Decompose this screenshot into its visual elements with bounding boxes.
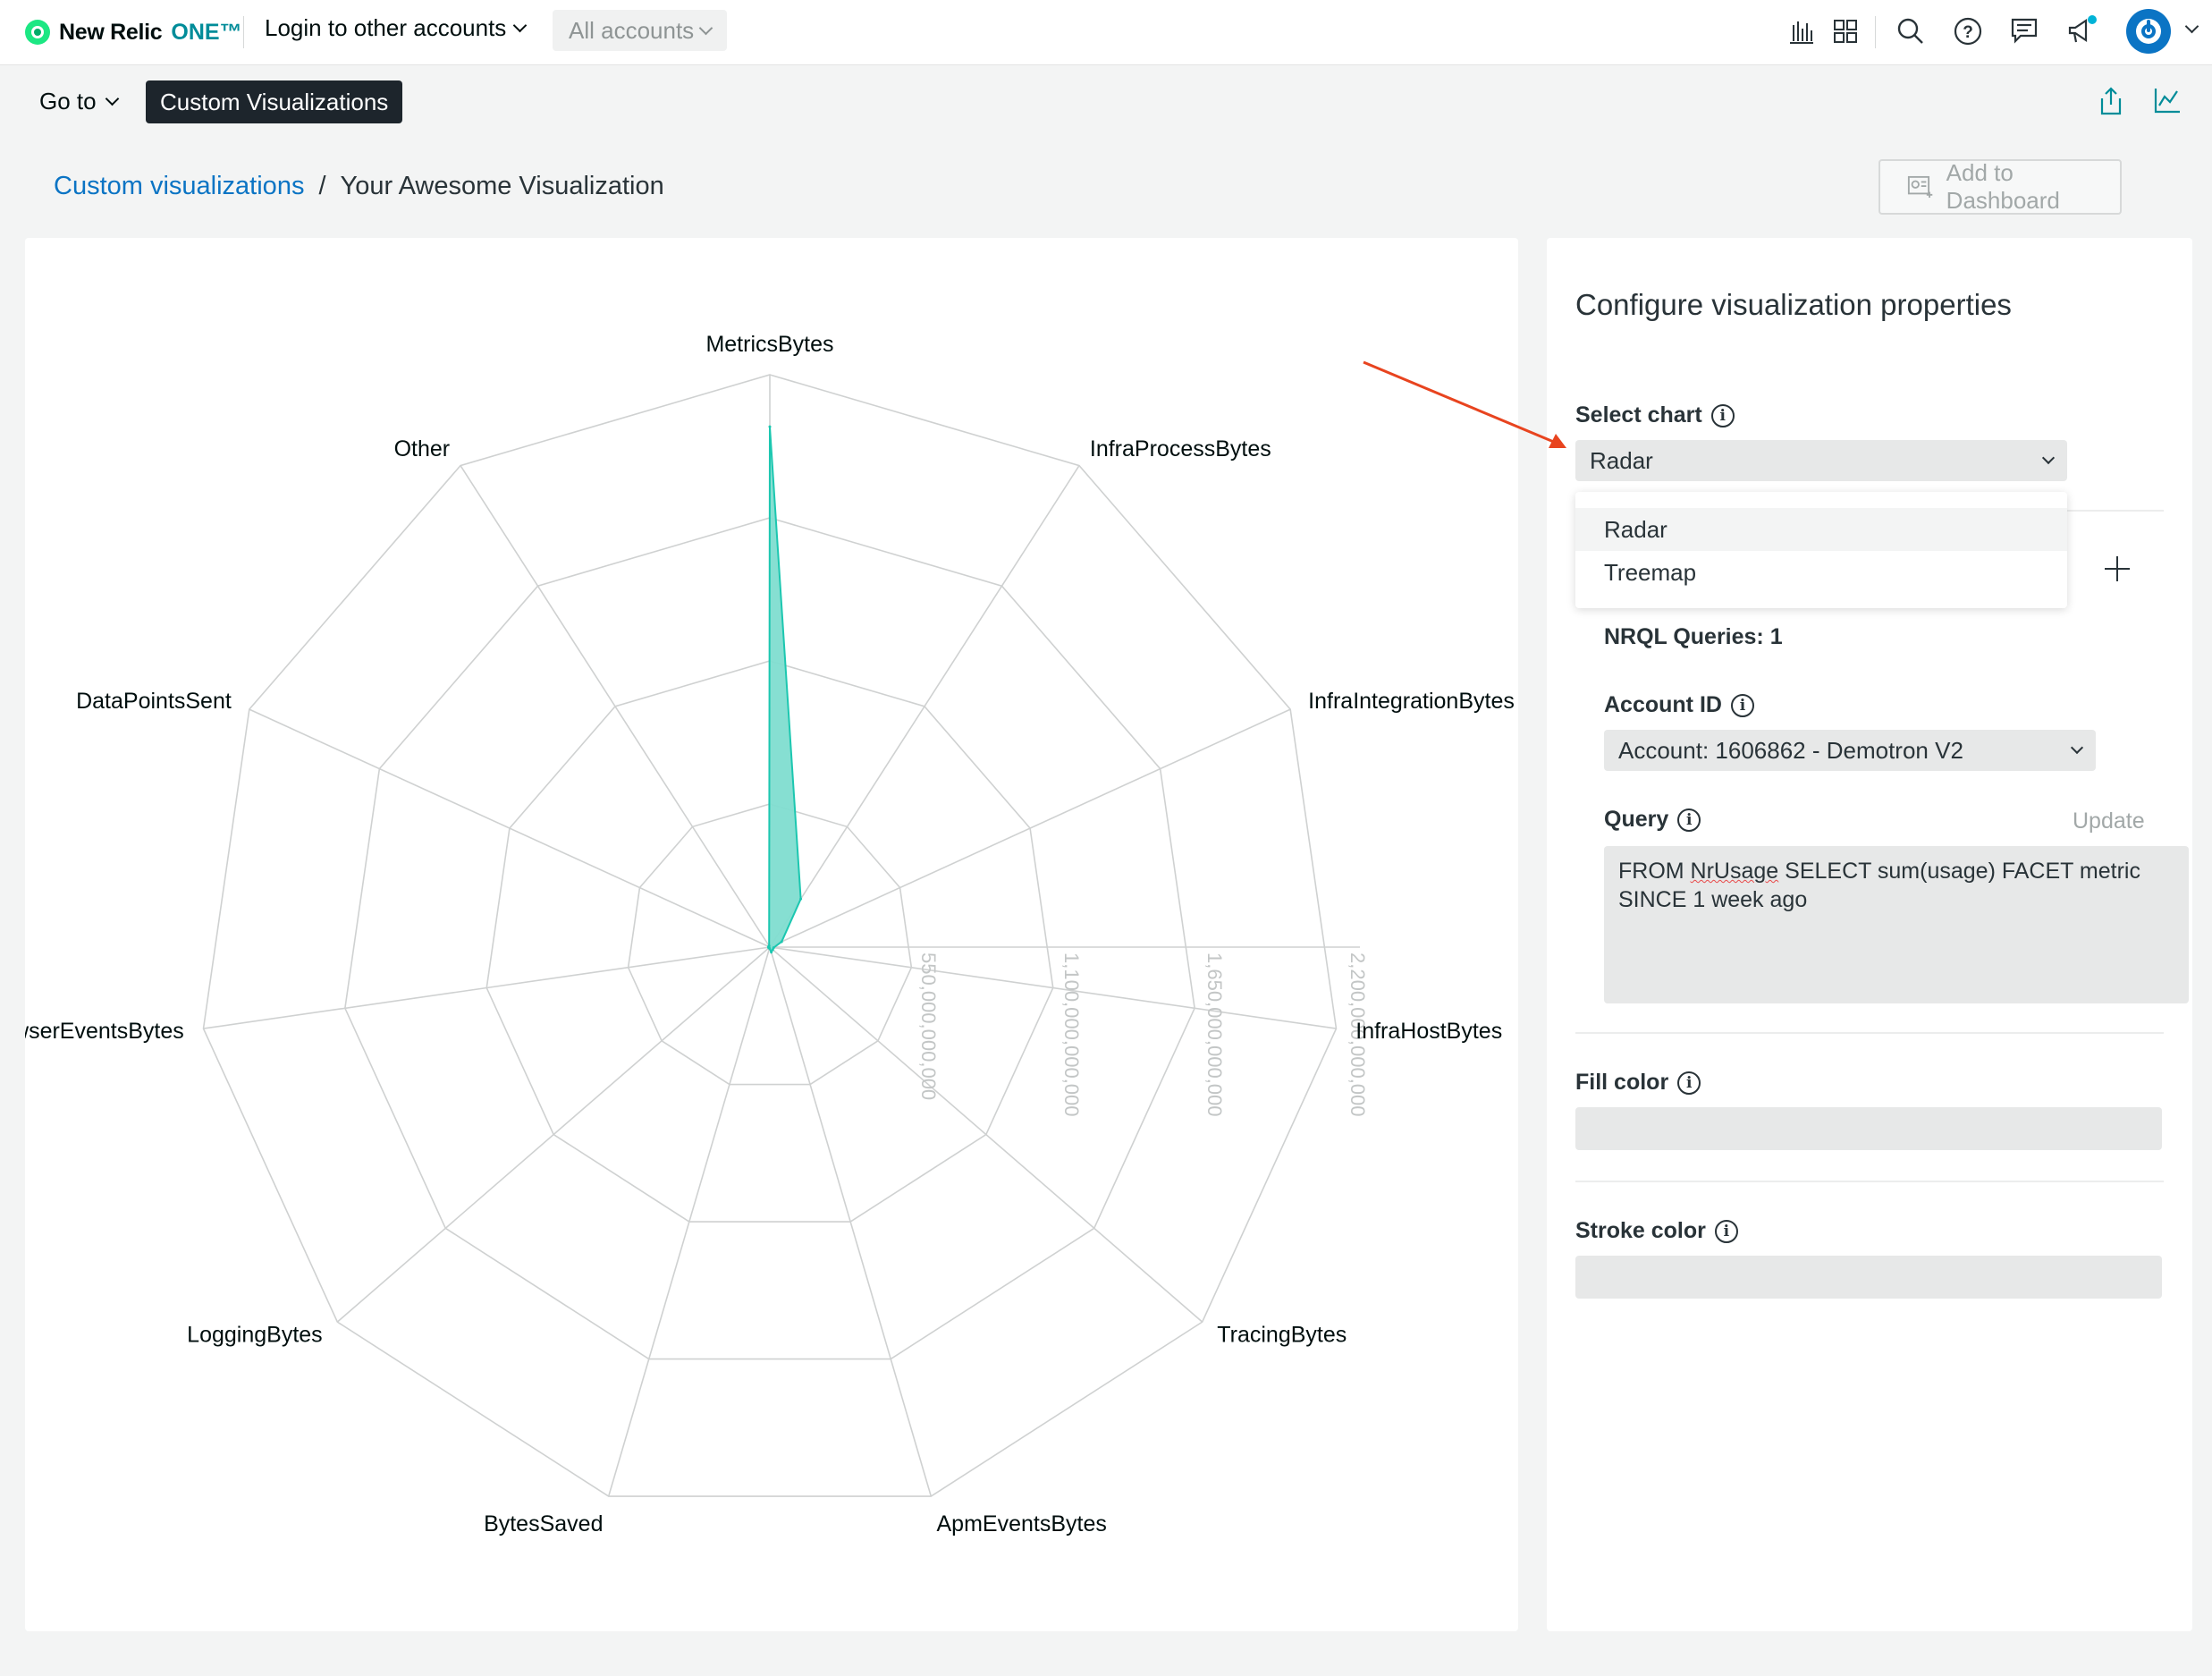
config-panel: Configure visualization properties Selec… bbox=[1547, 238, 2192, 1631]
radar-category-label: DataPointsSent bbox=[76, 689, 232, 714]
radar-radial-tick-label: 1,650,000,000,000 bbox=[1203, 952, 1226, 1117]
stroke-color-input[interactable] bbox=[1575, 1256, 2162, 1299]
add-to-dashboard-button[interactable]: Add to Dashboard bbox=[1879, 159, 2122, 215]
goto-label: Go to bbox=[39, 88, 97, 114]
radar-category-label: LoggingBytes bbox=[187, 1323, 323, 1348]
nrql-queries-label: NRQL Queries: 1 bbox=[1604, 624, 1783, 649]
select-chart-dropdown[interactable]: Radar bbox=[1575, 440, 2067, 481]
radar-category-label: Other bbox=[394, 436, 451, 461]
select-chart-label: Select chart i bbox=[1575, 402, 1735, 428]
radar-spoke bbox=[769, 946, 1337, 1029]
chevron-down-icon bbox=[2041, 451, 2056, 465]
breadcrumb-separator: / bbox=[318, 172, 326, 200]
info-icon[interactable]: i bbox=[1730, 693, 1754, 717]
new-relic-logo[interactable]: New Relic ONE™ bbox=[25, 16, 242, 48]
radar-data-point bbox=[780, 940, 783, 944]
breadcrumb-custom-visualizations[interactable]: Custom visualizations bbox=[54, 172, 304, 201]
svg-text:?: ? bbox=[1963, 23, 1973, 42]
radar-data-point bbox=[767, 944, 771, 948]
divider bbox=[243, 16, 244, 48]
fill-color-label-text: Fill color bbox=[1575, 1070, 1669, 1095]
chevron-down-icon bbox=[105, 91, 119, 106]
query-label: Query i bbox=[1604, 807, 1701, 833]
chart-panel: 550,000,000,000 1,100,000,000,000 1,650,00… bbox=[0, 238, 1518, 1631]
radar-category-label: InfraIntegrationBytes bbox=[1308, 689, 1515, 714]
share-icon[interactable] bbox=[2098, 86, 2124, 121]
radar-radial-tick-label: 550,000,000,000 bbox=[917, 952, 940, 1100]
accounts-menu-label: Login to other accounts bbox=[265, 14, 507, 41]
radar-category-label: TracingBytes bbox=[1217, 1323, 1347, 1348]
new-relic-logo-icon bbox=[25, 20, 50, 45]
radar-data-point bbox=[771, 948, 774, 952]
radar-category-label: InfraProcessBytes bbox=[1090, 436, 1271, 461]
query-label-text: Query bbox=[1604, 807, 1669, 832]
chart-icon[interactable] bbox=[2153, 86, 2182, 119]
info-icon[interactable]: i bbox=[1677, 1071, 1701, 1095]
custom-visualizations-chip[interactable]: Custom Visualizations bbox=[146, 80, 403, 123]
radar-spoke bbox=[203, 946, 771, 1029]
radar-data-point bbox=[770, 951, 773, 954]
goto-menu[interactable]: Go to bbox=[39, 88, 119, 115]
user-avatar-icon[interactable] bbox=[2126, 9, 2171, 54]
divider bbox=[1575, 1181, 2164, 1182]
divider bbox=[1575, 1032, 2164, 1034]
chevron-down-icon bbox=[698, 21, 713, 35]
radar-series-area bbox=[767, 427, 802, 954]
config-title: Configure visualization properties bbox=[1575, 288, 2012, 321]
logo-text: New Relic bbox=[59, 19, 163, 45]
chevron-down-icon bbox=[2070, 741, 2084, 755]
announcements-icon[interactable] bbox=[2065, 14, 2099, 48]
breadcrumb: Custom visualizations / Your Awesome Vis… bbox=[54, 172, 664, 201]
dashboard-add-icon bbox=[1907, 175, 1933, 199]
radar-chart: 550,000,000,000 1,100,000,000,000 1,650,00… bbox=[0, 332, 1515, 1536]
radar-category-label: ApmEventsBytes bbox=[937, 1511, 1107, 1536]
info-icon[interactable]: i bbox=[1710, 403, 1735, 427]
fill-color-input[interactable] bbox=[1575, 1107, 2162, 1150]
add-query-icon[interactable] bbox=[2103, 554, 2132, 583]
top-bar: New Relic ONE™ Login to other accounts A… bbox=[0, 0, 2212, 65]
query-misspelled-word: NrUsage bbox=[1690, 859, 1779, 884]
info-icon[interactable]: i bbox=[1677, 808, 1701, 832]
chevron-down-icon[interactable] bbox=[2184, 19, 2199, 34]
query-textarea[interactable]: FROM NrUsage SELECT sum(usage) FACET met… bbox=[1604, 846, 2189, 1003]
radar-data-point bbox=[768, 425, 772, 428]
radar-category-label: MetricsBytes bbox=[705, 332, 833, 357]
account-select[interactable]: Account: 1606862 - Demotron V2 bbox=[1604, 730, 2096, 771]
radar-spoke bbox=[769, 465, 1080, 948]
all-accounts-select[interactable]: All accounts bbox=[553, 10, 728, 51]
account-select-value: Account: 1606862 - Demotron V2 bbox=[1618, 736, 1963, 764]
radar-data-point bbox=[799, 897, 803, 901]
breadcrumb-current: Your Awesome Visualization bbox=[340, 172, 664, 200]
radar-radial-tick-label: 1,100,000,000,000 bbox=[1060, 952, 1083, 1117]
accounts-menu[interactable]: Login to other accounts bbox=[265, 14, 528, 42]
select-chart-label-text: Select chart bbox=[1575, 402, 1702, 427]
radar-category-label: BytesSaved bbox=[484, 1511, 603, 1536]
annotation-arrow bbox=[1363, 360, 1566, 448]
chart-options-menu: Radar Treemap bbox=[1575, 492, 2067, 608]
all-accounts-label: All accounts bbox=[569, 16, 695, 44]
add-to-dashboard-label: Add to Dashboard bbox=[1946, 159, 2060, 214]
radar-category-label: rowserEventsBytes bbox=[25, 1019, 184, 1044]
feedback-icon[interactable] bbox=[2008, 14, 2042, 48]
account-id-label: Account ID i bbox=[1604, 692, 1754, 718]
info-icon[interactable]: i bbox=[1714, 1219, 1738, 1243]
apps-grid-icon[interactable] bbox=[1828, 14, 1862, 48]
help-icon[interactable]: ? bbox=[1951, 14, 1985, 48]
divider bbox=[1875, 16, 1876, 48]
chart-option-radar[interactable]: Radar bbox=[1575, 508, 2067, 551]
chart-builder-icon[interactable] bbox=[1785, 14, 1819, 48]
chevron-down-icon bbox=[513, 18, 528, 33]
account-id-label-text: Account ID bbox=[1604, 692, 1722, 717]
stroke-color-label-text: Stroke color bbox=[1575, 1218, 1706, 1243]
radar-spoke bbox=[460, 465, 771, 948]
stroke-color-label: Stroke color i bbox=[1575, 1218, 1738, 1244]
select-chart-value: Radar bbox=[1590, 446, 1653, 474]
radar-category-label: InfraHostBytes bbox=[1355, 1019, 1502, 1044]
search-icon[interactable] bbox=[1894, 14, 1928, 48]
chart-option-treemap[interactable]: Treemap bbox=[1575, 551, 2067, 594]
fill-color-label: Fill color i bbox=[1575, 1070, 1701, 1096]
logo-one-text: ONE™ bbox=[171, 19, 242, 45]
update-link[interactable]: Update bbox=[2073, 808, 2145, 834]
